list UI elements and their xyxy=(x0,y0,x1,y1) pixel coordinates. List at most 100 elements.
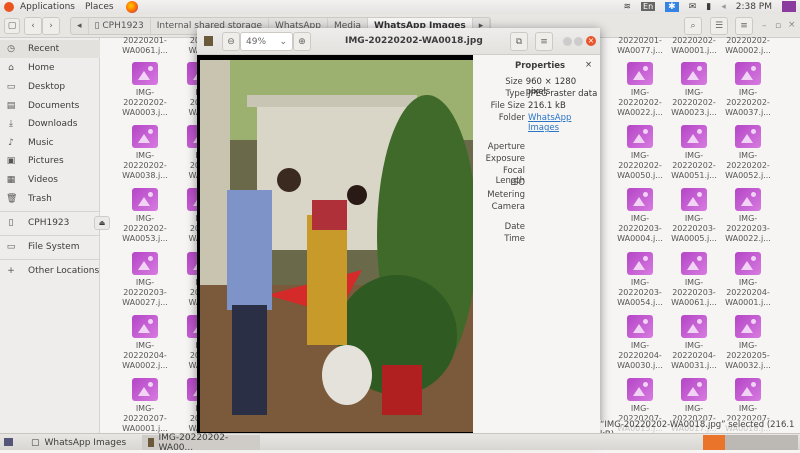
sidebar-item-videos[interactable]: ▦ Videos xyxy=(0,171,100,189)
file-item[interactable]: IMG- 20220203- WA0005.j... xyxy=(666,188,722,244)
sidebar-item-home[interactable]: ⌂ Home xyxy=(0,59,100,77)
workspace-1[interactable] xyxy=(703,435,725,450)
file-item[interactable]: IMG- 20220203- WA0004.j... xyxy=(612,188,668,244)
task-image-viewer[interactable]: IMG-20220202-WA00... xyxy=(142,433,260,453)
property-row: Folder WhatsApp Images xyxy=(473,113,600,133)
wifi-icon[interactable]: ≋ xyxy=(623,2,631,12)
file-item[interactable]: IMG- 20220202- WA0050.j... xyxy=(612,125,668,181)
file-item[interactable]: IMG- 20220203- WA0022.j... xyxy=(720,188,776,244)
maximize-icon[interactable] xyxy=(574,37,583,46)
property-row: Type JPEG raster data xyxy=(473,89,600,99)
image-file-icon xyxy=(627,125,653,148)
file-name-line: 20220203- xyxy=(726,224,770,233)
minimize-icon[interactable] xyxy=(563,37,572,46)
property-key: Camera xyxy=(491,202,525,212)
eject-button[interactable]: ⏏ xyxy=(94,216,110,230)
mail-icon[interactable]: ✉ xyxy=(689,2,697,12)
file-item[interactable]: IMG- 20220202- WA0053.j... xyxy=(117,188,173,244)
file-item[interactable]: IMG- 20220204- WA0002.j... xyxy=(117,315,173,371)
viewer-title: IMG-20220202-WA0018.jpg xyxy=(345,36,483,46)
property-key: ISO xyxy=(510,178,525,188)
file-item[interactable]: IMG- 20220207- WA0001.j... xyxy=(117,378,173,434)
firefox-icon[interactable] xyxy=(125,1,138,13)
property-value: 216.1 kB xyxy=(528,101,566,111)
gallery-button[interactable]: ⧉ xyxy=(510,32,528,51)
close-properties-icon[interactable]: × xyxy=(585,60,592,70)
places-sidebar: ◷ Recent ⌂ Home ▭ Desktop ▤ Documents ⤓ Downl… xyxy=(0,38,110,433)
file-item[interactable]: IMG- 20220202- WA0022.j... xyxy=(612,62,668,118)
show-desktop-icon[interactable] xyxy=(4,438,13,446)
file-item[interactable]: IMG- 20220204- WA0001.j... xyxy=(720,252,776,308)
search-button[interactable]: ⌕ xyxy=(684,17,702,35)
image-canvas[interactable] xyxy=(197,55,473,440)
file-name-line: WA0061.j... xyxy=(122,46,168,55)
sidebar-item-cph1923[interactable]: ▯ CPH1923 ⏏ xyxy=(0,214,110,232)
close-icon[interactable]: × xyxy=(788,20,796,30)
minimize-icon[interactable]: – xyxy=(762,21,767,31)
sidebar-item-filesystem[interactable]: ▭ File System xyxy=(0,238,100,256)
file-item[interactable]: IMG- 20220203- WA0054.j... xyxy=(612,252,668,308)
file-name-line: IMG- xyxy=(738,151,758,160)
sidebar-toggle-button[interactable]: ▢ xyxy=(4,18,20,34)
sidebar-item-other-locations[interactable]: + Other Locations xyxy=(0,262,100,280)
file-name-line: IMG- xyxy=(684,88,704,97)
sidebar-item-recent[interactable]: ◷ Recent xyxy=(0,40,100,58)
file-name-line: 20220204- xyxy=(672,351,716,360)
volume-icon[interactable]: ◂ xyxy=(721,2,726,12)
view-list-button[interactable]: ☰ xyxy=(710,17,728,35)
file-item[interactable]: IMG- 20220203- WA0061.j... xyxy=(666,252,722,308)
file-item[interactable]: IMG- 20220202- WA0052.j... xyxy=(720,125,776,181)
zoom-level-select[interactable]: 49% ⌄ xyxy=(240,32,293,51)
file-item[interactable]: IMG- 20220202- WA0023.j... xyxy=(666,62,722,118)
file-name-line: WA0038.j... xyxy=(122,171,168,180)
file-name-line: 20220202- xyxy=(726,161,770,170)
forward-button[interactable]: › xyxy=(42,17,60,35)
zoom-in-button[interactable]: ⊕ xyxy=(293,32,311,51)
sidebar-item-pictures[interactable]: ▣ Pictures xyxy=(0,152,100,170)
sidebar-item-downloads[interactable]: ⤓ Downloads xyxy=(0,115,100,133)
close-icon[interactable]: × xyxy=(586,36,596,46)
file-name-line: IMG- xyxy=(135,341,155,350)
user-menu-icon[interactable] xyxy=(782,1,796,12)
clock[interactable]: 2:38 PM xyxy=(736,2,772,12)
bluetooth-icon[interactable]: ✱ xyxy=(665,1,679,12)
file-item[interactable]: IMG- 20220202- WA0037.j... xyxy=(720,62,776,118)
zoom-out-button[interactable]: ⊖ xyxy=(222,32,240,51)
image-thumbnail-icon[interactable] xyxy=(204,36,213,46)
file-item[interactable]: 20220201- WA0061.j... xyxy=(117,36,173,56)
places-menu[interactable]: Places xyxy=(85,2,114,12)
file-item[interactable]: 20220201- WA0077.j... xyxy=(612,36,668,56)
file-item[interactable]: IMG- 20220204- WA0031.j... xyxy=(666,315,722,371)
sidebar-item-music[interactable]: ♪ Music xyxy=(0,134,100,152)
maximize-icon[interactable]: ▫ xyxy=(775,21,781,31)
file-item[interactable]: IMG- 20220203- WA0027.j... xyxy=(117,252,173,308)
file-name-line: 20220203- xyxy=(618,288,662,297)
breadcrumb-cph1923[interactable]: ▯ CPH1923 xyxy=(89,18,151,34)
sidebar-item-trash[interactable]: 🗑 Trash xyxy=(0,190,100,208)
breadcrumb-scroll-left[interactable]: ◂ xyxy=(71,18,89,34)
image-file-icon xyxy=(627,378,653,401)
sidebar-item-desktop[interactable]: ▭ Desktop xyxy=(0,78,100,96)
file-item[interactable]: 20220202- WA0001.j... xyxy=(666,36,722,56)
file-item[interactable]: IMG- 20220202- WA0051.j... xyxy=(666,125,722,181)
file-item[interactable]: IMG- 20220205- WA0032.j... xyxy=(720,315,776,371)
back-button[interactable]: ‹ xyxy=(24,17,42,35)
file-name-line: 20220203- xyxy=(672,288,716,297)
viewer-menu-button[interactable]: ≡ xyxy=(535,32,553,51)
drive-icon: ▭ xyxy=(6,242,16,252)
file-item[interactable]: IMG- 20220202- WA0038.j... xyxy=(117,125,173,181)
workspace-switcher[interactable] xyxy=(703,435,798,450)
task-whatsapp-images[interactable]: ▢ WhatsApp Images xyxy=(25,435,140,450)
property-key: Folder xyxy=(498,113,525,123)
file-item[interactable]: IMG- 20220202- WA0003.j... xyxy=(117,62,173,118)
ubuntu-logo-icon[interactable] xyxy=(4,2,14,12)
file-item[interactable]: IMG- 20220204- WA0030.j... xyxy=(612,315,668,371)
battery-icon[interactable]: ▮ xyxy=(706,2,711,12)
menu-button[interactable]: ≡ xyxy=(735,17,753,35)
folder-link[interactable]: WhatsApp Images xyxy=(528,113,583,133)
sidebar-item-documents[interactable]: ▤ Documents xyxy=(0,97,100,115)
keyboard-layout[interactable]: En xyxy=(641,2,656,11)
applications-menu[interactable]: Applications xyxy=(20,2,75,12)
file-item[interactable]: 20220202- WA0002.j... xyxy=(720,36,776,56)
property-row: File Size 216.1 kB xyxy=(473,101,600,111)
